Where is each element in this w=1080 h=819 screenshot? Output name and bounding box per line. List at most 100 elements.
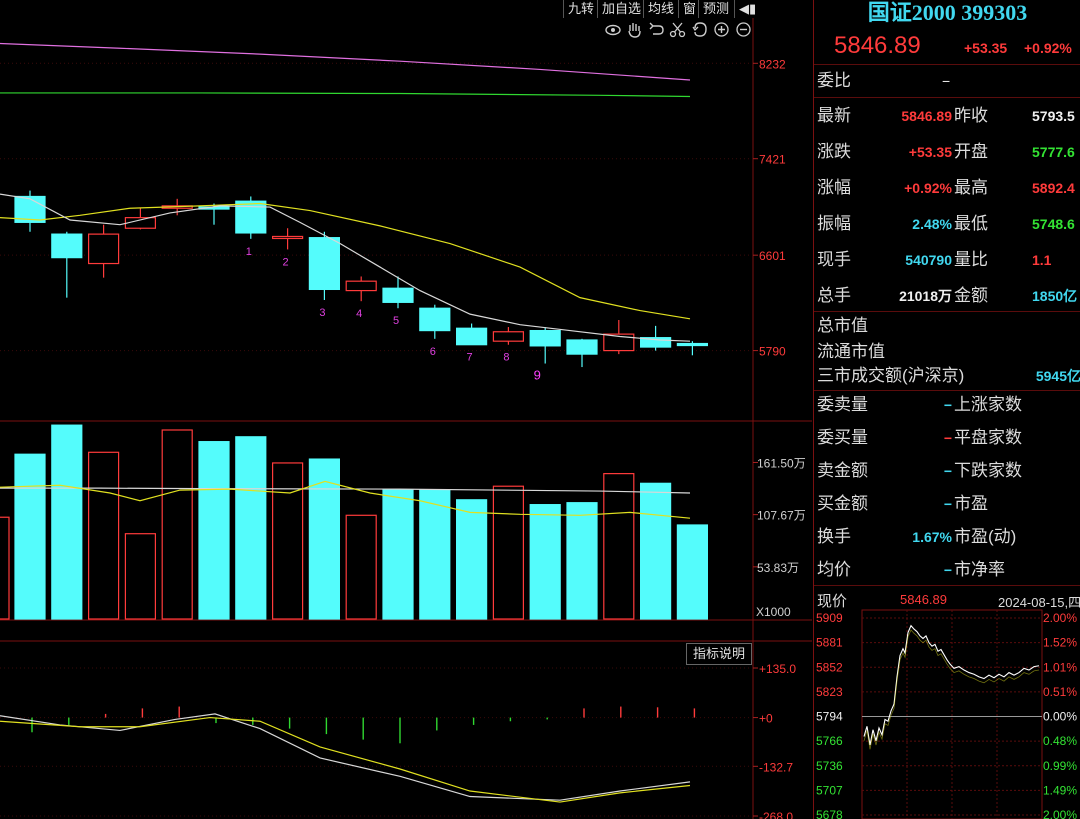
quote-label-2: 量比	[954, 250, 988, 269]
mini-right-axis-label: 2.00%	[1043, 611, 1077, 625]
zoom-out-icon[interactable]	[736, 22, 751, 37]
volume-bar	[456, 499, 488, 620]
moving-average-button[interactable]: 均线	[643, 0, 679, 18]
volume-bar	[345, 514, 377, 620]
reset-icon[interactable]	[692, 22, 707, 37]
mini-left-axis-label: 5794	[816, 710, 843, 724]
stat-label-2: 下跌家数	[954, 461, 1022, 480]
mini-price-label: 现价	[817, 593, 848, 610]
indicator-axis-label: -132.7	[759, 760, 793, 774]
candle-body	[676, 342, 709, 347]
intraday-mini-chart[interactable]: 5909 2.00% 5881 1.52% 5852 1.01% 5823 0.51% 5794…	[814, 609, 1080, 819]
stat-value: −	[943, 430, 952, 446]
volume-bar	[51, 424, 83, 620]
candle-body	[382, 287, 414, 303]
volume-bar	[529, 504, 561, 620]
security-title: 国证2000 399303	[867, 0, 1028, 25]
chart-tools	[603, 21, 753, 39]
nine-turn-label: 3	[319, 307, 325, 319]
add-favorite-button[interactable]: 加自选	[597, 0, 646, 18]
volume-axis-label: 53.83万	[757, 561, 799, 575]
volume-bar	[87, 451, 120, 620]
candle-body	[345, 280, 377, 292]
volume-bar	[235, 436, 267, 620]
stat-label-2: 平盘家数	[954, 428, 1022, 447]
nine-turn-label: 9	[534, 368, 541, 383]
nine-turn-button[interactable]: 九转	[563, 0, 599, 18]
volume-bar	[198, 441, 230, 620]
quote-value: 5846.89	[901, 108, 952, 124]
scissors-icon[interactable]	[669, 22, 686, 38]
mini-left-axis-label: 5852	[816, 660, 843, 674]
quote-row: 总手 21018万 金额 1850亿	[814, 284, 1080, 308]
mini-right-axis-label: 1.01%	[1043, 660, 1077, 674]
mini-left-axis-label: 5909	[816, 611, 843, 625]
quote-label-2: 昨收	[954, 106, 988, 125]
quote-row: 现手 540790 量比 1.1	[814, 248, 1080, 272]
volume-axis-label: 161.50万	[757, 456, 806, 470]
price-change: +53.35	[964, 40, 1008, 56]
volume-bar	[308, 458, 340, 620]
zoom-in-icon[interactable]	[714, 22, 729, 37]
quote-label: 振幅	[817, 214, 851, 233]
nine-turn-label: 8	[503, 352, 509, 364]
candle-body	[492, 331, 524, 342]
quote-value-2: 1.1	[1032, 252, 1052, 268]
volume-bar	[639, 482, 672, 620]
quote-value-2: 5748.6	[1032, 216, 1075, 232]
divider	[814, 585, 1080, 586]
nine-turn-label: 2	[283, 256, 289, 268]
current-price: 5846.89	[834, 32, 921, 59]
mini-left-axis-label: 5678	[816, 808, 843, 819]
divider	[814, 64, 1080, 65]
forecast-button[interactable]: 预测	[698, 0, 734, 18]
ma-line-long	[0, 42, 691, 81]
window-button[interactable]: 窗	[678, 0, 701, 18]
stat-label-2: 上涨家数	[954, 395, 1022, 414]
total-cap-label: 总市值	[817, 316, 868, 335]
hand-icon[interactable]	[628, 23, 641, 38]
volume-bar	[382, 489, 414, 620]
stat-label-2: 市净率	[954, 560, 1005, 579]
quote-label: 涨幅	[817, 178, 851, 197]
float-cap-row: 流通市值	[814, 340, 1080, 364]
quote-value-2: 5793.5	[1032, 108, 1075, 124]
eye-icon[interactable]	[605, 24, 621, 36]
stat-label-2: 市盈(动)	[954, 527, 1017, 546]
nine-turn-label: 7	[467, 352, 473, 364]
three-market-label: 三市成交额(沪深京)	[817, 366, 965, 385]
quote-value-2: 5777.6	[1032, 144, 1075, 160]
weibi-value: −	[942, 73, 951, 89]
mini-price: 5846.89	[900, 592, 947, 607]
stat-label-2: 市盈	[954, 494, 988, 513]
stat-row: 委卖量 − 上涨家数	[814, 393, 1080, 417]
mini-right-axis-label: 0.99%	[1043, 759, 1077, 773]
volume-bar	[566, 502, 598, 620]
quote-label-2: 最低	[954, 214, 988, 233]
indicator-explain-button[interactable]: 指标说明	[686, 643, 752, 665]
nine-turn-label: 1	[246, 246, 252, 258]
quote-label: 涨跌	[817, 142, 851, 161]
quote-label-2: 最高	[954, 178, 988, 197]
stat-value: 1.67%	[912, 529, 952, 545]
quote-label-2: 开盘	[954, 142, 988, 161]
mini-right-axis-label: 0.00%	[1043, 710, 1077, 724]
candle-body	[272, 235, 304, 240]
candle-body	[419, 307, 451, 332]
kline-chart-area[interactable]: 8232 7421 6601 5790 1 2 3 4 5 6 7 8 9 161.50万 107.67万 5…	[0, 0, 812, 819]
collapse-panel-icon[interactable]: ◀▮	[734, 0, 759, 18]
nine-turn-label: 4	[356, 308, 362, 320]
undo-icon[interactable]	[649, 22, 664, 35]
divider	[814, 390, 1080, 391]
mini-right-axis-label: 1.49%	[1043, 783, 1077, 797]
quote-row: 涨幅 +0.92% 最高 5892.4	[814, 176, 1080, 200]
quote-label: 最新	[817, 106, 851, 125]
candle-body	[51, 233, 83, 259]
quote-label-2: 金额	[954, 286, 988, 305]
indicator-axis-label: +135.0	[759, 662, 796, 676]
indicator-axis-label: +0	[759, 712, 773, 726]
stat-row: 买金额 − 市盈	[814, 492, 1080, 516]
quote-sidebar: 国证2000 399303 5846.89 +53.35 +0.92% 委比 −…	[813, 0, 1080, 819]
three-market-value: 5945亿	[1035, 368, 1080, 384]
quote-value: +53.35	[908, 144, 952, 160]
